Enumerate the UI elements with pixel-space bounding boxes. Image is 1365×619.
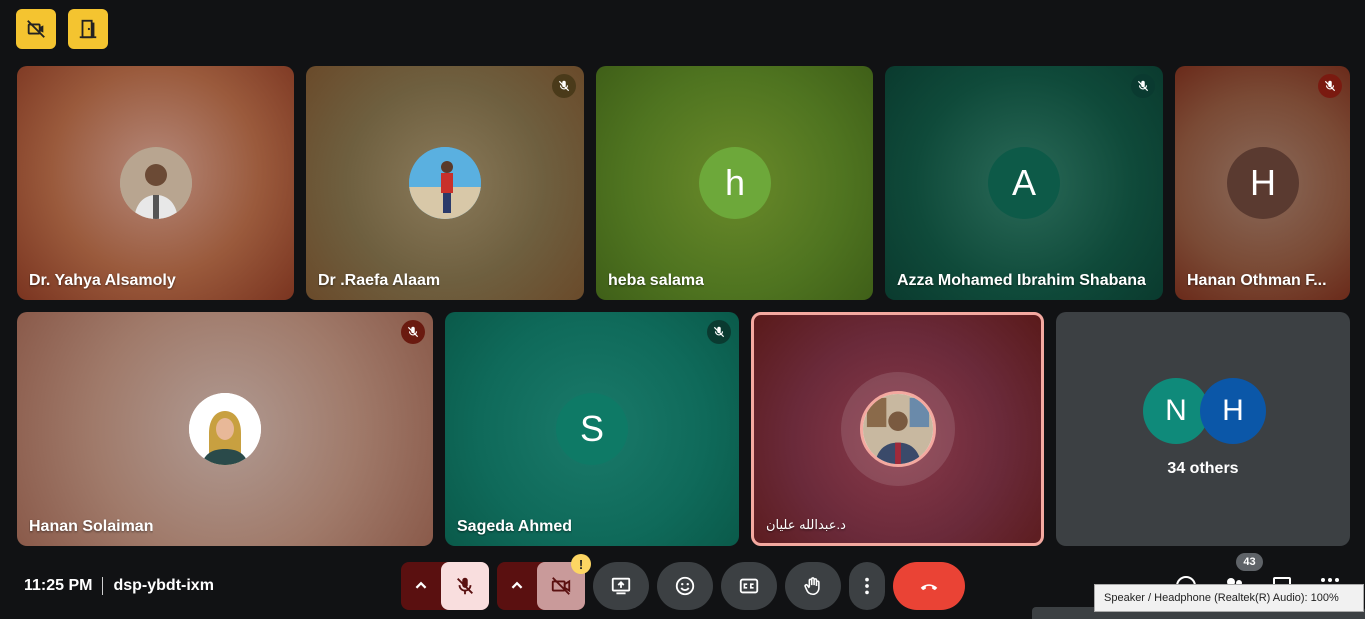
mic-off-badge — [401, 320, 425, 344]
participant-name: Azza Mohamed Ibrahim Shabana — [897, 272, 1146, 289]
leave-call-button[interactable] — [893, 562, 965, 610]
mic-off-icon — [457, 577, 473, 595]
mic-off-icon — [558, 80, 570, 92]
participant-tile[interactable]: S Sageda Ahmed — [445, 312, 739, 546]
participant-name: Dr. Yahya Alsamoly — [29, 272, 176, 289]
raise-hand-button[interactable] — [785, 562, 841, 610]
meeting-time: 11:25 PM — [24, 577, 93, 594]
participant-tile[interactable]: h heba salama — [596, 66, 873, 300]
mic-off-badge — [1131, 74, 1155, 98]
end-call-icon — [920, 584, 938, 591]
avatar-initial: H — [1250, 162, 1276, 203]
participant-name: heba salama — [608, 272, 705, 289]
others-tile[interactable]: N H 34 others — [1056, 312, 1350, 546]
others-count-label: 34 others — [1167, 460, 1239, 477]
more-vert-icon — [865, 577, 869, 595]
warning-badge: ! — [571, 554, 591, 574]
avatar: A — [988, 147, 1060, 219]
person-photo-icon — [189, 393, 261, 465]
mic-off-icon — [407, 326, 419, 338]
meeting-code: dsp-ybdt-ixm — [113, 577, 214, 594]
avatar — [860, 391, 936, 467]
chevron-up-icon — [511, 581, 523, 589]
camera-toggle-button[interactable]: ! — [537, 554, 591, 610]
participant-count-badge: 43 — [1236, 553, 1263, 571]
present-screen-button[interactable] — [593, 562, 649, 610]
emoji-icon — [675, 576, 695, 596]
avatar: H — [1227, 147, 1299, 219]
mic-off-icon — [1137, 80, 1149, 92]
volume-tooltip: Speaker / Headphone (Realtek(R) Audio): … — [1094, 584, 1364, 612]
meet-window: Dr. Yahya Alsamoly Dr .Raefa Alaam h heb… — [0, 0, 1365, 619]
meeting-info: 11:25 PM dsp-ybdt-ixm — [24, 577, 214, 595]
video-off-icon — [27, 20, 45, 38]
participant-tile[interactable]: Dr .Raefa Alaam — [306, 66, 584, 300]
video-off-icon — [551, 577, 571, 595]
camera-control-group: ! — [497, 554, 591, 610]
participant-name: Sageda Ahmed — [457, 518, 572, 535]
breakout-rooms-button[interactable] — [68, 9, 108, 49]
participant-tile[interactable]: Hanan Solaiman — [17, 312, 433, 546]
avatar — [409, 147, 481, 219]
mic-off-badge — [552, 74, 576, 98]
avatar-initial: H — [1222, 394, 1244, 427]
avatar-initial: A — [1011, 162, 1036, 203]
avatar-initial: S — [579, 408, 604, 449]
avatar-initial: N — [1165, 394, 1187, 427]
more-options-button[interactable] — [849, 562, 885, 610]
door-icon — [79, 19, 97, 39]
closed-captions-icon — [739, 578, 759, 594]
avatar: h — [699, 147, 771, 219]
mic-toggle-button[interactable] — [441, 562, 489, 610]
emoji-reactions-button[interactable] — [657, 562, 713, 610]
captions-button[interactable] — [721, 562, 777, 610]
audio-options-button[interactable] — [401, 562, 441, 610]
mic-off-badge — [707, 320, 731, 344]
participant-tile-active-speaker[interactable]: د.عبدالله عليان — [751, 312, 1044, 546]
participant-name: Hanan Solaiman — [29, 518, 154, 535]
mic-off-badge — [1318, 74, 1342, 98]
avatar — [189, 393, 261, 465]
raise-hand-icon — [804, 577, 820, 596]
participant-tile[interactable]: H Hanan Othman F... — [1175, 66, 1350, 300]
person-photo-icon — [120, 147, 192, 219]
participant-tile[interactable]: Dr. Yahya Alsamoly — [17, 66, 294, 300]
mic-control-group — [401, 562, 489, 610]
participant-name: د.عبدالله عليان — [766, 517, 846, 532]
participant-name: Dr .Raefa Alaam — [318, 272, 441, 289]
avatar: S — [556, 393, 628, 465]
mic-off-icon — [1324, 80, 1336, 92]
participant-name: Hanan Othman F... — [1187, 272, 1327, 289]
participant-tile[interactable]: A Azza Mohamed Ibrahim Shabana — [885, 66, 1163, 300]
divider — [102, 577, 104, 595]
avatar-initial: h — [724, 162, 746, 203]
mic-off-icon — [713, 326, 725, 338]
host-controls-button[interactable] — [16, 9, 56, 49]
person-photo-icon — [863, 394, 933, 464]
chevron-up-icon — [415, 581, 427, 589]
avatar: H — [1200, 378, 1266, 444]
person-photo-icon — [409, 147, 481, 219]
video-options-button[interactable] — [497, 562, 537, 610]
present-screen-icon — [611, 577, 631, 595]
avatar — [120, 147, 192, 219]
